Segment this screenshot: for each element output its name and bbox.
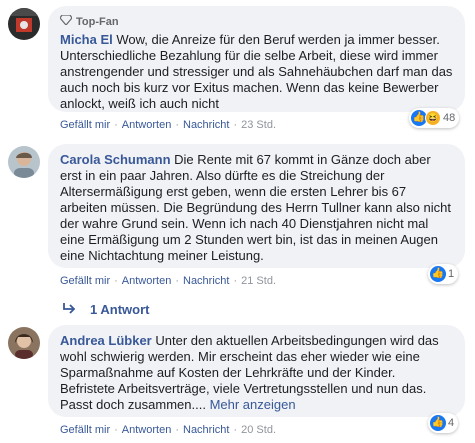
reaction-count: 1 bbox=[448, 268, 455, 280]
separator: · bbox=[233, 424, 238, 436]
like-link[interactable]: Gefällt mir bbox=[60, 424, 110, 436]
avatar[interactable] bbox=[8, 8, 40, 40]
like-icon: 👍 bbox=[430, 415, 446, 431]
separator: · bbox=[114, 275, 118, 287]
separator: · bbox=[175, 424, 179, 436]
comment-text: Die Rente mit 67 kommt in Gänze doch abe… bbox=[60, 152, 451, 263]
separator: · bbox=[233, 275, 238, 287]
haha-icon: 😆 bbox=[425, 110, 441, 126]
separator: · bbox=[175, 275, 179, 287]
reaction-summary[interactable]: 👍 4 bbox=[428, 413, 459, 433]
message-link[interactable]: Nachricht bbox=[183, 275, 229, 287]
timestamp[interactable]: 23 Std. bbox=[241, 119, 276, 131]
diamond-icon bbox=[59, 14, 73, 30]
replies-count-label: 1 Antwort bbox=[90, 302, 150, 317]
reaction-count: 4 bbox=[448, 417, 455, 429]
like-link[interactable]: Gefällt mir bbox=[60, 119, 110, 131]
reaction-count: 48 bbox=[443, 112, 456, 124]
comment-text: Wow, die Anreize für den Beruf werden ja… bbox=[60, 32, 453, 111]
message-link[interactable]: Nachricht bbox=[183, 424, 229, 436]
badge-label: Top-Fan bbox=[76, 16, 119, 28]
separator: · bbox=[175, 119, 179, 131]
comment-actions: Gefällt mir · Antworten · Nachricht · 23… bbox=[60, 119, 276, 131]
like-link[interactable]: Gefällt mir bbox=[60, 275, 110, 287]
reply-arrow-icon bbox=[62, 302, 76, 317]
separator: · bbox=[114, 119, 118, 131]
avatar[interactable] bbox=[8, 327, 40, 359]
reply-link[interactable]: Antworten bbox=[122, 424, 172, 436]
comment-bubble: Top-Fan Micha El Wow, die Anreize für de… bbox=[48, 6, 465, 112]
top-fan-badge: Top-Fan bbox=[59, 14, 453, 30]
timestamp[interactable]: 20 Std. bbox=[241, 424, 276, 436]
reply-link[interactable]: Antworten bbox=[122, 119, 172, 131]
reaction-summary[interactable]: 👍 😆 48 bbox=[409, 108, 460, 128]
separator: · bbox=[233, 119, 238, 131]
separator: · bbox=[114, 424, 118, 436]
reaction-summary[interactable]: 👍 1 bbox=[428, 264, 459, 284]
timestamp[interactable]: 21 Std. bbox=[241, 275, 276, 287]
reply-link[interactable]: Antworten bbox=[122, 275, 172, 287]
avatar[interactable] bbox=[8, 146, 40, 178]
like-icon: 👍 bbox=[430, 266, 446, 282]
show-more-link[interactable]: Mehr anzeigen bbox=[210, 397, 296, 412]
comment-author[interactable]: Micha El bbox=[60, 32, 116, 47]
comment-author[interactable]: Carola Schumann bbox=[60, 152, 174, 167]
view-replies-link[interactable]: 1 Antwort bbox=[62, 302, 149, 317]
comment-bubble: Carola Schumann Die Rente mit 67 kommt i… bbox=[48, 144, 465, 268]
comment-bubble: Andrea Lübker Unter den aktuellen Arbeit… bbox=[48, 325, 465, 417]
comment-actions: Gefällt mir · Antworten · Nachricht · 21… bbox=[60, 275, 276, 287]
comment-author[interactable]: Andrea Lübker bbox=[60, 333, 155, 348]
message-link[interactable]: Nachricht bbox=[183, 119, 229, 131]
comment-actions: Gefällt mir · Antworten · Nachricht · 20… bbox=[60, 424, 276, 436]
